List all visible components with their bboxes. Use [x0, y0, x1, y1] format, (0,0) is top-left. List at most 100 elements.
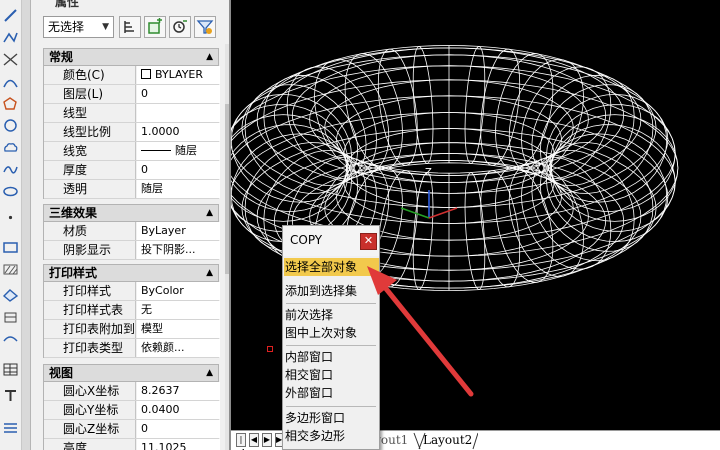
- property-value[interactable]: 依赖颜...: [137, 339, 220, 357]
- block-icon[interactable]: [2, 310, 19, 325]
- property-label: 打印表类型: [44, 339, 136, 357]
- property-row[interactable]: 厚度 0: [44, 161, 220, 180]
- property-value[interactable]: 模型: [137, 320, 220, 338]
- multiline-icon[interactable]: [2, 420, 19, 435]
- polyline-icon[interactable]: [2, 30, 19, 45]
- property-row[interactable]: 打印样式 ByColor: [44, 282, 220, 301]
- property-row[interactable]: 高度 11.1025: [44, 439, 220, 450]
- property-label: 材质: [44, 222, 136, 240]
- property-value[interactable]: 随层: [137, 142, 220, 160]
- prev-tab-button[interactable]: ◀: [249, 433, 259, 447]
- property-row[interactable]: 圆心Y坐标 0.0400: [44, 401, 220, 420]
- property-value[interactable]: [137, 104, 220, 122]
- property-row[interactable]: 打印表类型 依赖颜...: [44, 339, 220, 358]
- select-objects-button[interactable]: [144, 16, 166, 38]
- property-value[interactable]: 11.1025: [137, 439, 220, 450]
- section-plot-style-header[interactable]: 打印样式 ▲: [43, 264, 219, 282]
- line-icon[interactable]: [2, 8, 19, 23]
- menu-item-polygon-window[interactable]: 多边形窗口: [284, 409, 379, 427]
- menu-item-previous[interactable]: 前次选择: [284, 306, 379, 324]
- region-icon[interactable]: [2, 288, 19, 303]
- ucs-z-label: Z: [425, 167, 432, 178]
- property-row[interactable]: 阴影显示 投下阴影...: [44, 241, 220, 260]
- filter-button[interactable]: [194, 16, 216, 38]
- caret-up-icon: ▲: [206, 268, 213, 278]
- property-row[interactable]: 颜色(C) BYLAYER: [44, 66, 220, 85]
- point-icon[interactable]: [2, 210, 19, 225]
- spline-icon[interactable]: [2, 162, 19, 177]
- quick-select-icon: [173, 20, 187, 33]
- property-value[interactable]: 8.2637: [137, 382, 220, 400]
- section-3d-effects-header[interactable]: 三维效果 ▲: [43, 204, 219, 222]
- arc-icon[interactable]: [2, 74, 19, 89]
- section-view-header[interactable]: 视图 ▲: [43, 364, 219, 382]
- section-title: 常规: [49, 50, 74, 64]
- property-value[interactable]: 1.0000: [137, 123, 220, 141]
- section-3d-effects-rows: 材质 ByLayer 阴影显示 投下阴影...: [43, 222, 220, 260]
- property-label: 打印样式表: [44, 301, 136, 319]
- circle-icon[interactable]: [2, 118, 19, 133]
- property-value[interactable]: 随层: [137, 180, 220, 198]
- menu-item-window[interactable]: 内部窗口: [284, 348, 379, 366]
- color-value: BYLAYER: [155, 68, 204, 81]
- caret-up-icon: ▲: [206, 208, 213, 218]
- property-value[interactable]: 0: [137, 161, 220, 179]
- first-tab-button[interactable]: |◀: [236, 433, 246, 450]
- select-objects-icon: [148, 18, 162, 34]
- section-general-header[interactable]: 常规 ▲: [43, 48, 219, 66]
- property-row[interactable]: 图层(L) 0: [44, 85, 220, 104]
- property-value[interactable]: 0.0400: [137, 401, 220, 419]
- menu-item-outside-window[interactable]: 外部窗口: [284, 384, 379, 402]
- menu-item-add-to-selection[interactable]: 添加到选择集: [284, 282, 379, 300]
- ucs-y-axis: [400, 207, 430, 219]
- construction-line-icon[interactable]: [2, 52, 19, 67]
- menu-item-crossing-polygon[interactable]: 相交多边形: [284, 427, 379, 445]
- rectangle-icon[interactable]: [2, 240, 19, 255]
- polygon-icon[interactable]: [2, 96, 19, 111]
- revision-cloud-icon[interactable]: [2, 140, 19, 155]
- property-label: 颜色(C): [44, 66, 136, 84]
- menu-item-last-object[interactable]: 图中上次对象: [284, 324, 379, 342]
- property-row[interactable]: 线型: [44, 104, 220, 123]
- table-icon[interactable]: [2, 362, 19, 377]
- property-value[interactable]: 0: [137, 85, 220, 103]
- toggle-pickadd-button[interactable]: [119, 16, 141, 38]
- property-value[interactable]: 无: [137, 301, 220, 319]
- next-tab-button[interactable]: ▶: [262, 433, 272, 447]
- color-swatch: [141, 69, 151, 79]
- property-row[interactable]: 透明 随层: [44, 180, 220, 199]
- property-row[interactable]: 线型比例 1.0000: [44, 123, 220, 142]
- property-value[interactable]: ByColor: [137, 282, 220, 300]
- property-value[interactable]: BYLAYER: [137, 66, 220, 84]
- property-label: 打印样式: [44, 282, 136, 300]
- property-value[interactable]: ByLayer: [137, 222, 220, 240]
- property-row[interactable]: 圆心Z坐标 0: [44, 420, 220, 439]
- ellipse-icon[interactable]: [2, 184, 19, 199]
- menu-item-select-all[interactable]: 选择全部对象: [284, 258, 379, 276]
- menu-separator: [286, 303, 376, 304]
- menu-item-crossing-window[interactable]: 相交窗口: [284, 366, 379, 384]
- section-title: 三维效果: [49, 206, 98, 220]
- property-value[interactable]: 投下阴影...: [137, 241, 220, 259]
- palette-title-strip[interactable]: [22, 0, 31, 450]
- section-title: 视图: [49, 366, 74, 380]
- copy-context-menu: COPY ✕ 选择全部对象 添加到选择集 前次选择 图中上次对象 内部窗口 相交…: [282, 225, 380, 450]
- property-row[interactable]: 圆心X坐标 8.2637: [44, 382, 220, 401]
- object-type-select[interactable]: 无选择 ▼: [43, 16, 114, 38]
- text-icon[interactable]: [2, 388, 19, 403]
- property-row[interactable]: 材质 ByLayer: [44, 222, 220, 241]
- property-label: 高度: [44, 439, 136, 450]
- property-row[interactable]: 打印表附加到 模型: [44, 320, 220, 339]
- close-button[interactable]: ✕: [360, 233, 377, 250]
- property-row[interactable]: 线宽 随层: [44, 142, 220, 161]
- property-label: 圆心Z坐标: [44, 420, 136, 438]
- close-icon: ✕: [363, 234, 374, 247]
- property-label: 线宽: [44, 142, 136, 160]
- property-value[interactable]: 0: [137, 420, 220, 438]
- caret-up-icon: ▲: [206, 368, 213, 378]
- quick-select-button[interactable]: [169, 16, 191, 38]
- property-row[interactable]: 打印样式表 无: [44, 301, 220, 320]
- hatch-icon[interactable]: [2, 262, 19, 277]
- property-label: 线型比例: [44, 123, 136, 141]
- ellipse-arc-icon[interactable]: [2, 332, 19, 347]
